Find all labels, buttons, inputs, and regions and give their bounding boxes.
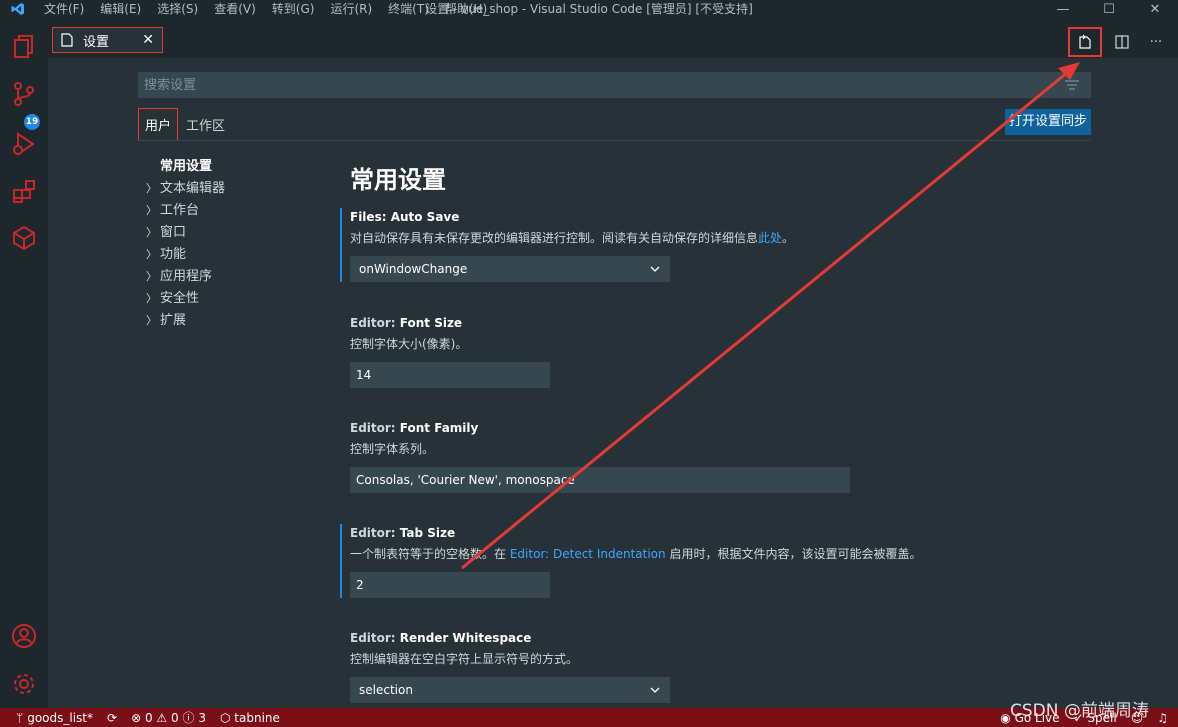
toc-item-extensions[interactable]: 〉扩展 (146, 310, 225, 332)
setting-description: 对自动保存具有未保存更改的编辑器进行控制。阅读有关自动保存的详细信息此处。 (350, 231, 795, 245)
chevron-down-icon (650, 266, 660, 272)
warning-icon: ⚠ (156, 710, 168, 725)
settings-sync-button[interactable]: 打开设置同步 (1005, 109, 1091, 135)
auto-save-link[interactable]: 此处 (758, 231, 782, 245)
menu-help[interactable]: 帮助(H) (437, 0, 495, 18)
setting-description: 控制编辑器在空白字符上显示符号的方式。 (350, 652, 579, 666)
tab-user[interactable]: 用户 (138, 107, 179, 141)
tabnine-icon: ⬡ (219, 710, 231, 725)
font-size-input[interactable]: 14 (350, 362, 550, 388)
split-editor-button[interactable] (1108, 29, 1136, 55)
account-icon[interactable] (10, 622, 38, 650)
scope-tabs: 用户 工作区 (138, 107, 233, 141)
tab-label: 设置 (83, 34, 110, 50)
editor-actions: ··· (1068, 27, 1170, 57)
menu-go[interactable]: 转到(G) (264, 0, 323, 18)
setting-description: 一个制表符等于的空格数。在 Editor: Detect Indentation… (350, 547, 922, 561)
setting-title: Editor: Tab Size (350, 526, 456, 540)
menu-selection[interactable]: 选择(S) (149, 0, 206, 18)
tab-workspace[interactable]: 工作区 (180, 109, 231, 140)
setting-files-auto-save: Files: Auto Save 对自动保存具有未保存更改的编辑器进行控制。阅读… (340, 208, 1100, 282)
close-icon[interactable]: ✕ (142, 32, 154, 48)
source-control-icon[interactable] (10, 80, 38, 108)
chevron-right-icon: 〉 (146, 292, 157, 305)
file-icon (61, 33, 73, 47)
setting-title: Editor: Font Family (350, 421, 479, 435)
window-controls: — ☐ ✕ (1040, 0, 1178, 18)
toc-item-window[interactable]: 〉窗口 (146, 222, 225, 244)
setting-description: 控制字体大小(像素)。 (350, 337, 468, 351)
info-icon: ⓘ (182, 711, 195, 725)
chevron-right-icon: 〉 (146, 226, 157, 239)
branch-status[interactable]: ᛘ goods_list* (16, 711, 93, 725)
setting-title: Files: Auto Save (350, 210, 460, 224)
menu-run[interactable]: 运行(R) (322, 0, 380, 18)
chevron-right-icon: 〉 (146, 204, 157, 217)
setting-editor-render-whitespace: Editor: Render Whitespace 控制编辑器在空白字符上显示符… (340, 629, 1100, 703)
problems-status[interactable]: ⊗ 0 ⚠ 0 ⓘ 3 (131, 709, 206, 726)
toc-item-text-editor[interactable]: 〉文本编辑器 (146, 178, 225, 200)
menu-view[interactable]: 查看(V) (206, 0, 264, 18)
toc-item-application[interactable]: 〉应用程序 (146, 266, 225, 288)
toc-item-security[interactable]: 〉安全性 (146, 288, 225, 310)
tab-size-input[interactable]: 2 (350, 572, 550, 598)
toc-item-workbench[interactable]: 〉工作台 (146, 200, 225, 222)
git-branch-icon: ᛘ (16, 710, 24, 725)
toc-item-features[interactable]: 〉功能 (146, 244, 225, 266)
chevron-right-icon: 〉 (146, 270, 157, 283)
chevron-down-icon (650, 687, 660, 693)
search-input[interactable] (138, 72, 1091, 98)
split-editor-icon (1115, 35, 1129, 49)
editor-tab-bar: 设置 ✕ ··· (48, 18, 1178, 58)
activity-bar: 19 (0, 18, 48, 708)
notifications-icon[interactable]: ♫ (1157, 711, 1168, 725)
error-icon: ⊗ (131, 710, 142, 725)
toc-item-common[interactable]: 常用设置 (146, 156, 225, 178)
menu-bar: 文件(F) 编辑(E) 选择(S) 查看(V) 转到(G) 运行(R) 终端(T… (36, 0, 495, 18)
minimize-icon[interactable]: — (1040, 0, 1086, 18)
extensions-icon[interactable] (10, 178, 38, 206)
scm-badge: 19 (24, 114, 40, 130)
maximize-icon[interactable]: ☐ (1086, 0, 1132, 18)
open-settings-json-button[interactable] (1068, 27, 1102, 57)
setting-editor-font-size: Editor: Font Size 控制字体大小(像素)。 14 (340, 314, 1100, 388)
menu-file[interactable]: 文件(F) (36, 0, 92, 18)
auto-save-select[interactable]: onWindowChange (350, 256, 670, 282)
watermark: CSDN @前端周涛 (1010, 701, 1149, 721)
render-whitespace-select[interactable]: selection (350, 677, 670, 703)
open-file-icon (1079, 34, 1091, 49)
explorer-icon[interactable] (10, 32, 38, 60)
divider (138, 140, 1091, 141)
filter-icon[interactable] (1065, 79, 1079, 91)
title-bar: 文件(F) 编辑(E) 选择(S) 查看(V) 转到(G) 运行(R) 终端(T… (0, 0, 1178, 18)
status-bar: ᛘ goods_list* ⟳ ⊗ 0 ⚠ 0 ⓘ 3 ⬡ tabnine ◉ G… (0, 708, 1178, 727)
chevron-right-icon: 〉 (146, 248, 157, 261)
font-family-input[interactable]: Consolas, 'Courier New', monospace (350, 467, 850, 493)
setting-title: Editor: Render Whitespace (350, 631, 532, 645)
detect-indentation-link[interactable]: Editor: Detect Indentation (510, 547, 666, 561)
chevron-right-icon: 〉 (146, 182, 157, 195)
chevron-right-icon: 〉 (146, 314, 157, 327)
menu-edit[interactable]: 编辑(E) (92, 0, 149, 18)
settings-toc: 常用设置 〉文本编辑器 〉工作台 〉窗口 〉功能 〉应用程序 〉安全性 〉扩展 (146, 156, 225, 332)
tabnine-status[interactable]: ⬡ tabnine (220, 711, 280, 725)
cube-extension-icon[interactable] (10, 224, 38, 252)
run-debug-icon[interactable] (10, 130, 38, 158)
tab-settings[interactable]: 设置 ✕ (52, 27, 163, 53)
vscode-logo-icon (0, 0, 36, 18)
settings-search (138, 72, 1091, 98)
setting-editor-tab-size: Editor: Tab Size 一个制表符等于的空格数。在 Editor: D… (340, 524, 1100, 598)
menu-terminal[interactable]: 终端(T) (380, 0, 437, 18)
more-actions-icon[interactable]: ··· (1142, 29, 1170, 55)
manage-gear-icon[interactable] (10, 670, 38, 698)
setting-editor-font-family: Editor: Font Family 控制字体系列。 Consolas, 'C… (340, 419, 1100, 493)
setting-title: Editor: Font Size (350, 316, 463, 330)
section-title: 常用设置 (350, 166, 446, 194)
setting-description: 控制字体系列。 (350, 442, 435, 456)
close-window-icon[interactable]: ✕ (1132, 0, 1178, 18)
sync-icon[interactable]: ⟳ (107, 711, 117, 725)
